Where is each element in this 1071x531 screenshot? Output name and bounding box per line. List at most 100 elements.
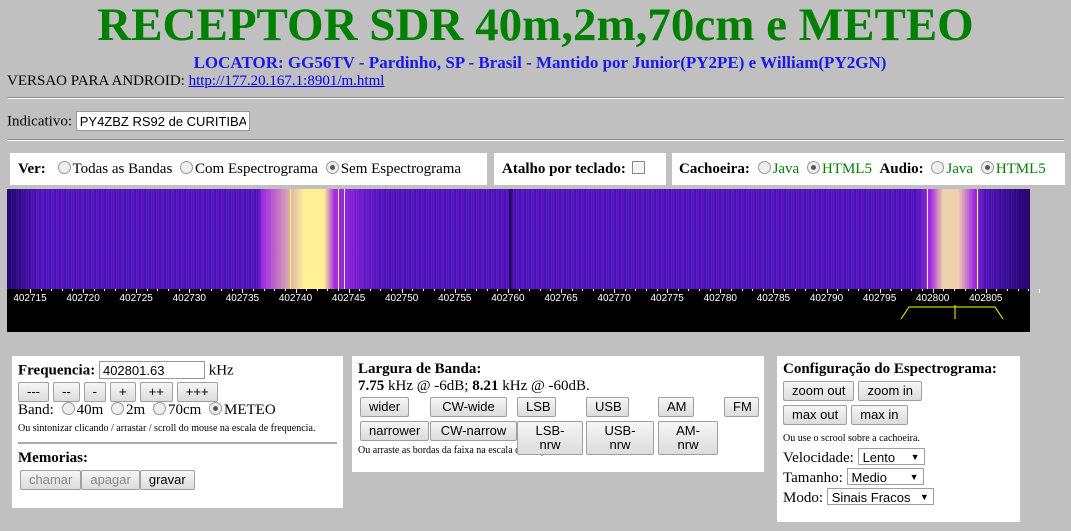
scale-label: 402730 <box>172 293 206 304</box>
scale-tick <box>741 289 743 291</box>
radio-band-40m[interactable] <box>61 401 75 415</box>
lsb-button[interactable]: LSB <box>517 397 556 417</box>
wider-button[interactable]: wider <box>360 397 410 417</box>
locator-info: LOCATOR: GG56TV - Pardinho, SP - Brasil … <box>193 53 887 72</box>
indicativo-input[interactable] <box>75 111 250 131</box>
scale-tick <box>847 289 849 291</box>
am-nrw-button[interactable]: AM-nrw <box>658 421 718 455</box>
atalho-checkbox[interactable] <box>631 161 645 174</box>
radio-sem-espectrograma[interactable] <box>325 161 339 174</box>
passband-marker <box>290 189 291 289</box>
divider <box>7 139 1064 141</box>
waterfall-display[interactable] <box>7 189 1030 289</box>
scale-tick <box>571 289 573 291</box>
scale-tick <box>306 289 308 291</box>
fm-button[interactable]: FM <box>724 397 759 417</box>
page-title: RECEPTOR SDR 40m,2m,70cm e METEO <box>97 0 974 51</box>
scale-tick <box>837 289 839 291</box>
scale-tick <box>465 289 467 291</box>
radio-audio-html5[interactable] <box>980 161 994 174</box>
scale-tick <box>656 289 658 291</box>
cw-wide-button[interactable]: CW-wide <box>430 397 507 417</box>
radio-band-2m[interactable] <box>111 401 125 415</box>
scale-label: 402760 <box>491 293 525 304</box>
scale-tick <box>1007 289 1009 291</box>
scale-tick <box>380 289 382 291</box>
config-label: Configuração do Espectrograma: <box>783 361 997 377</box>
scale-tick <box>316 289 318 291</box>
cw-narrow-button[interactable]: CW-narrow <box>430 421 517 441</box>
tuning-hint: Ou sintonizar clicando / arrastar / scro… <box>18 422 316 434</box>
scale-tick <box>922 289 924 291</box>
option-label: 70cm <box>167 401 202 418</box>
scale-tick <box>146 289 148 291</box>
signal-line <box>344 189 345 289</box>
radio-com-espectrograma[interactable] <box>180 161 194 174</box>
scale-tick <box>805 289 807 291</box>
waterfall-audio-options: Cachoeira: Java HTML5 Audio: Java HTML5 <box>672 153 1065 185</box>
max-in-button[interactable]: max in <box>851 405 908 425</box>
scale-tick <box>412 289 414 291</box>
radio-cachoeira-html5[interactable] <box>806 161 820 174</box>
apagar-button[interactable]: apagar <box>81 469 140 490</box>
zoom-in-button[interactable]: zoom in <box>858 381 923 401</box>
scale-tick <box>794 289 796 291</box>
scale-tick <box>476 289 478 291</box>
bw-60db: 8.21 <box>472 378 499 394</box>
scale-tick <box>953 289 955 291</box>
usb-button[interactable]: USB <box>586 397 629 417</box>
step-up-2-button[interactable]: ++ <box>139 381 173 402</box>
step-up-1-button[interactable]: + <box>110 381 136 402</box>
scale-tick <box>221 289 223 291</box>
frequencia-label: Frequencia: <box>18 362 96 379</box>
radio-cachoeira-java[interactable] <box>757 161 771 174</box>
tamanho-select[interactable]: Medio <box>846 468 924 486</box>
frequency-scale[interactable]: 402715 402720 402725 402730 402735 402740 4027… <box>7 289 1040 332</box>
scale-tick <box>114 289 116 291</box>
narrower-button[interactable]: narrower <box>360 421 430 441</box>
usb-nrw-button[interactable]: USB-nrw <box>586 421 654 455</box>
frequency-input[interactable] <box>98 361 205 379</box>
zoom-out-button[interactable]: zoom out <box>783 381 855 401</box>
scale-label: 402770 <box>597 293 631 304</box>
scale-tick <box>125 289 127 291</box>
tamanho-label: Tamanho: <box>783 470 843 486</box>
scale-tick <box>51 289 53 291</box>
scale-tick <box>359 289 361 291</box>
scale-tick <box>422 289 424 291</box>
radio-band-70cm[interactable] <box>152 401 166 415</box>
radio-todas-bandas[interactable] <box>57 161 71 174</box>
step-down-1-button[interactable]: - <box>83 381 107 402</box>
modo-select[interactable]: Sinais Fracos <box>826 488 934 506</box>
step-down-3-button[interactable]: --- <box>18 381 49 402</box>
scale-label: 402755 <box>438 293 472 304</box>
band-label: Band: <box>18 401 54 418</box>
max-out-button[interactable]: max out <box>783 405 848 425</box>
lsb-nrw-button[interactable]: LSB-nrw <box>517 421 583 455</box>
radio-band-meteo[interactable] <box>209 401 223 415</box>
step-up-3-button[interactable]: +++ <box>176 381 218 402</box>
step-down-2-button[interactable]: -- <box>53 381 80 402</box>
scale-tick <box>550 289 552 291</box>
scale-tick <box>784 289 786 291</box>
passband-indicator[interactable] <box>897 303 1017 323</box>
radio-audio-java[interactable] <box>931 161 945 174</box>
option-label: Todas as Bandas <box>72 161 173 177</box>
scale-tick <box>752 289 754 291</box>
gravar-button[interactable]: gravar <box>139 469 195 490</box>
scale-tick <box>539 289 541 291</box>
chamar-button[interactable]: chamar <box>20 469 82 490</box>
keyboard-shortcut: Atalho por teclado: <box>494 153 666 185</box>
scale-tick <box>890 289 892 291</box>
scale-label: 402720 <box>66 293 100 304</box>
scale-tick <box>391 289 393 291</box>
option-label: Com Espectrograma <box>195 161 318 177</box>
ver-label: Ver: <box>18 161 46 177</box>
velocidade-select[interactable]: Lento <box>857 448 925 466</box>
android-link[interactable]: http://177.20.167.1:8901/m.html <box>189 73 385 89</box>
scale-tick <box>93 289 95 291</box>
scale-tick <box>104 289 106 291</box>
bandwidth-panel: Largura de Banda: 7.75 kHz @ -6dB; 8.21 … <box>352 356 764 472</box>
am-button[interactable]: AM <box>658 397 694 417</box>
divider <box>7 97 1064 99</box>
